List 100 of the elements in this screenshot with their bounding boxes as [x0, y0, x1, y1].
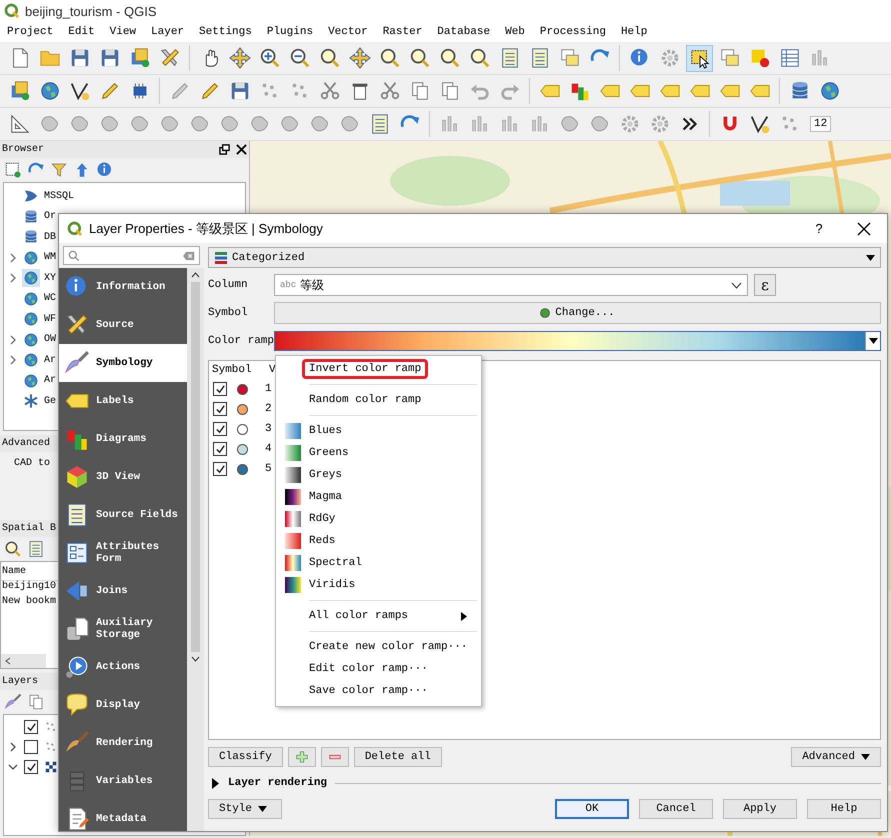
dialog-button[interactable]: Help	[807, 799, 881, 819]
chevron-icon[interactable]	[8, 355, 18, 366]
nav-item[interactable]: Symbology	[59, 344, 187, 382]
expression-button[interactable]: ε	[754, 274, 776, 296]
scrollbar[interactable]	[187, 268, 204, 831]
nav-item[interactable]: Joins	[59, 572, 187, 610]
fields-icon[interactable]	[27, 540, 45, 558]
checkbox[interactable]	[213, 462, 227, 476]
nav-item[interactable]: Attributes Form	[59, 534, 187, 572]
menu-item[interactable]: Blues	[276, 420, 481, 442]
checkbox[interactable]	[24, 760, 38, 774]
chevron-icon[interactable]	[8, 252, 18, 263]
select-icon[interactable]	[688, 47, 710, 69]
tree-item[interactable]: Or	[44, 211, 56, 222]
column-header[interactable]: Name	[2, 566, 26, 576]
column-header[interactable]: Symbol	[212, 364, 269, 376]
zoom-icon[interactable]	[378, 47, 400, 69]
table-icon[interactable]	[778, 47, 800, 69]
info-icon[interactable]	[96, 161, 114, 179]
zoom-icon[interactable]	[408, 47, 430, 69]
dialog-button[interactable]: Cancel	[639, 799, 713, 819]
nav-item[interactable]: Rendering	[59, 724, 187, 762]
column-header[interactable]: V	[269, 364, 276, 376]
expand-arrow-icon[interactable]	[211, 778, 220, 788]
chevron-icon[interactable]	[8, 742, 18, 752]
menu-item[interactable]: Database	[437, 26, 490, 38]
menu-item[interactable]: Spectral	[276, 552, 481, 574]
menu-item[interactable]: Settings	[199, 26, 252, 38]
section-title[interactable]: Layer rendering	[228, 777, 328, 789]
filter-icon[interactable]	[50, 161, 68, 179]
tree-item[interactable]: Ar	[44, 375, 56, 386]
menu-item[interactable]: Vector	[328, 26, 368, 38]
tree-item[interactable]: WC	[44, 293, 56, 304]
delete-all-button[interactable]: Delete all	[354, 747, 442, 767]
checkbox[interactable]	[213, 422, 227, 436]
tree-item[interactable]: WF	[44, 314, 56, 325]
menu-item[interactable]: All color ramps	[276, 605, 481, 627]
checkbox[interactable]	[213, 442, 227, 456]
scissors-icon[interactable]	[378, 80, 400, 102]
help-button[interactable]: ?	[809, 221, 829, 236]
tree-item[interactable]: WM	[44, 252, 56, 264]
chevron-icon[interactable]	[8, 762, 18, 772]
nav-item[interactable]: Diagrams	[59, 420, 187, 458]
tree-item[interactable]: MSSQL	[44, 190, 74, 202]
close-icon[interactable]	[236, 144, 247, 155]
menu-item[interactable]: Magma	[276, 486, 481, 508]
menu-item[interactable]: Create new color ramp···	[276, 636, 481, 658]
chevron-icon[interactable]	[8, 273, 18, 284]
classify-button[interactable]: Classify	[208, 747, 283, 767]
menu-item[interactable]: Edit color ramp···	[276, 658, 481, 680]
nav-item[interactable]: Actions	[59, 648, 187, 686]
nav-item[interactable]: Source	[59, 306, 187, 344]
zoom-icon[interactable]	[4, 540, 22, 558]
menu-item[interactable]: Web	[505, 26, 525, 38]
scale-field[interactable]: 12	[810, 116, 832, 132]
nav-item[interactable]: Auxiliary Storage	[59, 610, 187, 648]
menu-item[interactable]: Raster	[382, 26, 422, 38]
nav-item[interactable]: Source Fields	[59, 496, 187, 534]
globe-icon[interactable]	[818, 80, 840, 102]
float-icon[interactable]	[219, 144, 230, 155]
tree-item[interactable]: Ar	[44, 354, 56, 366]
color-ramp-dropdown[interactable]	[274, 331, 881, 351]
zoom-icon[interactable]	[438, 47, 460, 69]
menu-item[interactable]: Random color ramp	[276, 389, 481, 411]
paintbrush-icon[interactable]	[4, 693, 22, 711]
advanced-button[interactable]: Advanced	[791, 747, 881, 767]
scroll-up-icon[interactable]	[191, 272, 200, 278]
menu-item[interactable]: Save color ramp···	[276, 680, 481, 702]
close-icon[interactable]	[857, 222, 871, 236]
change-symbol-button[interactable]: Change...	[274, 302, 881, 324]
arrows-icon[interactable]	[228, 47, 250, 69]
column-dropdown[interactable]: abc 等级	[274, 274, 748, 296]
search-field[interactable]	[63, 246, 200, 265]
checkbox[interactable]	[24, 720, 38, 734]
menu-item[interactable]: Viridis	[276, 574, 481, 596]
checkbox[interactable]	[24, 740, 38, 754]
nav-item[interactable]: Variables	[59, 762, 187, 800]
nav-item[interactable]: Display	[59, 686, 187, 724]
zoom-icon[interactable]	[318, 47, 340, 69]
menu-item[interactable]: Processing	[540, 26, 606, 38]
chevron-icon[interactable]	[8, 334, 18, 345]
menu-item[interactable]: Edit	[68, 26, 95, 38]
renderer-dropdown[interactable]: Categorized	[208, 247, 881, 268]
menu-item[interactable]: Layer	[151, 26, 184, 38]
menu-item[interactable]: Reds	[276, 530, 481, 552]
dialog-button[interactable]: OK	[555, 799, 629, 819]
zoomout-icon[interactable]	[288, 47, 310, 69]
menu-item[interactable]: Greens	[276, 442, 481, 464]
menu-item[interactable]: Help	[620, 26, 648, 38]
stack-icon[interactable]	[558, 47, 580, 69]
tools-icon[interactable]	[158, 47, 180, 69]
checkbox[interactable]	[213, 382, 227, 396]
style-button[interactable]: Style	[208, 799, 282, 819]
menu-item[interactable]: RdGy	[276, 508, 481, 530]
menu-item[interactable]: Greys	[276, 464, 481, 486]
stack-icon[interactable]	[718, 47, 740, 69]
menu-item[interactable]: Project	[7, 26, 54, 38]
menu-item[interactable]: Plugins	[266, 26, 314, 38]
copy-icon[interactable]	[27, 693, 45, 711]
checkbox[interactable]	[213, 402, 227, 416]
